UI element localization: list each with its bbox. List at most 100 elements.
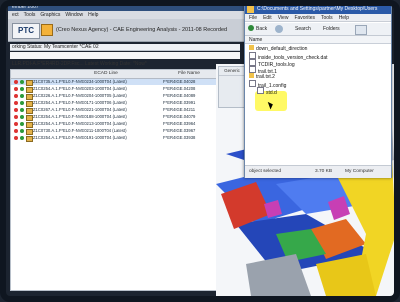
row-file: F*ER4IGE.04028 [163, 79, 196, 84]
row-file: F*ER4IGE.03991 [163, 100, 196, 105]
menu-item[interactable]: Graphics [40, 12, 60, 18]
row-name: Z1C0735.A.1.F*EL0.F-NVE0234-1000T04 (Lat… [33, 79, 127, 84]
row-file: F*ER4IGE.04079 [163, 114, 196, 119]
row-name: Z1C0254.A.1.F*EL0.F-NVE0213-1000T04 (Lat… [33, 121, 127, 126]
table-row[interactable]: Z1C0226.A.1.F*EL0.F-NVE0204-1000T05 (Lat… [11, 93, 217, 100]
table-row[interactable]: Z1C0267.A.1.F*EL0.F-NVE0221-1000T04 (Lat… [11, 107, 217, 114]
screen: ember 2007 ect Tools Graphics Window Hel… [0, 0, 400, 302]
home-icon[interactable] [41, 24, 53, 36]
explorer-menu-bar: File Edit View Favorites Tools Help [245, 14, 391, 22]
check-icon [20, 87, 24, 91]
app-menu-bar: ect Tools Graphics Window Help [8, 11, 248, 19]
forward-icon[interactable] [275, 25, 283, 33]
table-header: ECAD Line File Name [11, 70, 217, 79]
row-name: Z1C0254.A.1.F*EL0.F-NVE0203-1000T04 (Lat… [33, 86, 127, 91]
folder-path: LLR.PDI-A.F*ER4RD-2DP.Fsc... Latest Work… [12, 61, 147, 67]
workspace-label: orking Status: My Teamcenter *CAE 02 [10, 44, 240, 51]
status-location: My Computer [345, 169, 374, 174]
status-icon [14, 122, 18, 126]
table-row[interactable]: Z1C0254.A.1.F*EL0.F-NVE0203-1000T04 (Lat… [11, 86, 217, 93]
menu-item[interactable]: Tools [24, 12, 36, 18]
status-icon [14, 94, 18, 98]
file-item[interactable]: trail.txt.1 [249, 66, 277, 75]
menu-tools[interactable]: Tools [321, 15, 333, 21]
row-file: F*ER4IGE.04089 [163, 93, 196, 98]
menu-item[interactable]: Help [88, 12, 98, 18]
row-file: F*ER4IGE.03967 [163, 128, 196, 133]
row-file: F*ER4IGE.04208 [163, 86, 196, 91]
status-icon [14, 87, 18, 91]
tab-generic[interactable]: Generic [219, 67, 245, 76]
explorer-title: C:\Documents and Settings\partner\My Des… [257, 6, 378, 12]
row-name: Z1C0254.A.1.F*EL0.F-NVE0171-1000T06 (Lat… [33, 100, 127, 105]
check-icon [20, 115, 24, 119]
workspace-toolbar [10, 52, 240, 59]
part-icon [26, 136, 33, 142]
explorer-title-bar: C:\Documents and Settings\partner\My Des… [245, 5, 391, 14]
name-column-header[interactable]: Name [245, 36, 391, 44]
status-icon [14, 136, 18, 140]
check-icon [20, 122, 24, 126]
folder-icon [247, 6, 254, 13]
file-item-selected[interactable]: std.d [257, 87, 277, 96]
status-selection: object selected [249, 169, 281, 174]
check-icon [20, 136, 24, 140]
row-name: Z1C0267.A.1.F*EL0.F-NVE0221-1000T04 (Lat… [33, 107, 127, 112]
views-icon[interactable] [355, 25, 367, 35]
table-row[interactable]: Z1C0254.A.1.F*EL0.F-NVE0171-1000T06 (Lat… [11, 100, 217, 107]
row-file: F*ER4IGE.04211 [163, 107, 196, 112]
file-icon [249, 59, 256, 66]
status-icon [14, 80, 18, 84]
check-icon [20, 94, 24, 98]
row-name: Z1C0254.A.1.F*EL0.F-NVE0191-1000T04 (Lat… [33, 135, 127, 140]
row-file: F*ER4IGE.03964 [163, 121, 196, 126]
status-icon [14, 108, 18, 112]
viewport-side-tabs: Generic [218, 66, 246, 108]
menu-help[interactable]: Help [339, 15, 349, 21]
table-row[interactable]: Z1C0254.A.1.F*EL0.F-NVE0213-1000T04 (Lat… [11, 121, 217, 128]
status-icon [14, 115, 18, 119]
app-title-bar: ember 2007 [8, 4, 248, 11]
status-size: 3.70 KB [315, 169, 333, 174]
back-button[interactable]: Back [248, 25, 267, 33]
explorer-window: C:\Documents and Settings\partner\My Des… [244, 4, 392, 178]
file-item[interactable]: down_default_direction [249, 45, 307, 52]
column-header-file[interactable]: File Name [163, 71, 215, 76]
check-icon [20, 101, 24, 105]
file-icon [257, 87, 264, 94]
explorer-toolbar: Back Search Folders [245, 23, 391, 36]
check-icon [20, 129, 24, 133]
status-icon [14, 101, 18, 105]
folders-button[interactable]: Folders [323, 25, 340, 33]
file-icon [249, 80, 256, 87]
file-icon [249, 52, 256, 59]
search-button[interactable]: Search [295, 25, 311, 33]
workspace-table: ECAD Line File Name Z1C0735.A.1.F*EL0.F-… [10, 69, 218, 291]
row-name: Z1C0226.A.1.F*EL0.F-NVE0204-1000T05 (Lat… [33, 93, 127, 98]
menu-favorites[interactable]: Favorites [294, 15, 315, 21]
row-name: Z1C0730.A.1.F*EL0.F-NVE0211-1000T04 (Lat… [33, 128, 127, 133]
check-icon [20, 80, 24, 84]
table-row[interactable]: Z1C0730.A.1.F*EL0.F-NVE0211-1000T04 (Lat… [11, 128, 217, 135]
header-text: (Creo Nexus Agency) - CAE Engineering An… [56, 27, 228, 33]
table-row[interactable]: Z1C0254.A.1.F*EL0.F-NVE0188-1000T04 (Lat… [11, 114, 217, 121]
file-icon [249, 66, 256, 73]
menu-edit[interactable]: Edit [263, 15, 272, 21]
file-item[interactable]: TCDIR_tools.log [249, 59, 295, 68]
menu-item[interactable]: ect [12, 12, 19, 18]
ptc-logo: PTC [12, 23, 40, 39]
explorer-status-bar: object selected 3.70 KB My Computer [245, 165, 391, 178]
file-item[interactable]: inside_tools_version_check.dat [249, 52, 328, 61]
folder-icon [249, 45, 254, 50]
folder-icon [249, 73, 254, 78]
row-name: Z1C0254.A.1.F*EL0.F-NVE0188-1000T04 (Lat… [33, 114, 127, 119]
file-item[interactable]: trail_1.config [249, 80, 286, 89]
menu-item[interactable]: Window [65, 12, 83, 18]
table-row[interactable]: Z1C0254.A.1.F*EL0.F-NVE0191-1000T04 (Lat… [11, 135, 217, 142]
column-header-name[interactable]: ECAD Line [51, 71, 161, 76]
menu-view[interactable]: View [278, 15, 289, 21]
file-item[interactable]: trail.txt.2 [249, 73, 275, 80]
menu-file[interactable]: File [249, 15, 257, 21]
table-row[interactable]: Z1C0735.A.1.F*EL0.F-NVE0234-1000T04 (Lat… [11, 79, 217, 86]
check-icon [20, 108, 24, 112]
